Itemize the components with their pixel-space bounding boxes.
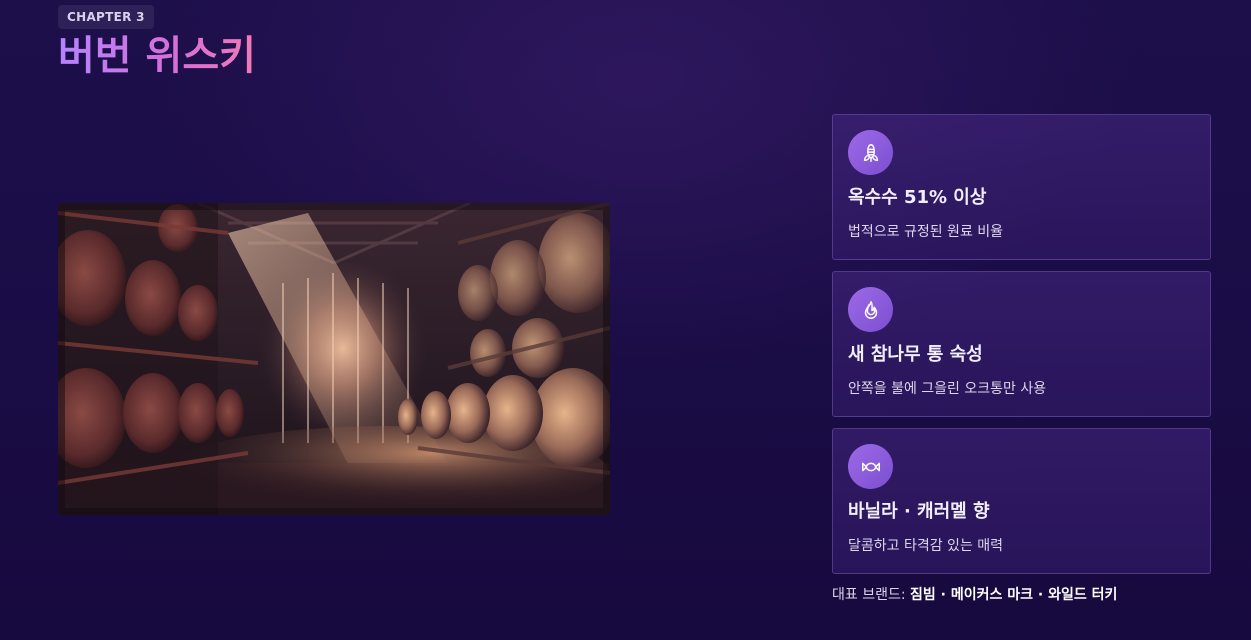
brand-names: 짐빔 · 메이커스 마크 · 와일드 터키 xyxy=(910,587,1118,603)
brand-label: 대표 브랜드: xyxy=(832,587,906,603)
card-description: 안쪽을 불에 그을린 오크통만 사용 xyxy=(848,381,1047,397)
flame-icon xyxy=(848,287,893,332)
feature-cards: 옥수수 51% 이상 법적으로 규정된 원료 비율 새 참나무 통 숙성 안쪽을… xyxy=(832,114,1211,585)
brand-list: 대표 브랜드: 짐빔 · 메이커스 마크 · 와일드 터키 xyxy=(832,584,1117,606)
card-title: 새 참나무 통 숙성 xyxy=(848,344,983,365)
corn-icon xyxy=(848,130,893,175)
feature-card-flavor: 바닐라 · 캐러멜 향 달콤하고 타격감 있는 매력 xyxy=(832,428,1211,574)
candy-icon xyxy=(848,444,893,489)
page-title: 버번 위스키 xyxy=(58,33,256,79)
card-title: 옥수수 51% 이상 xyxy=(848,187,987,208)
chapter-badge: CHAPTER 3 xyxy=(58,5,154,29)
card-description: 법적으로 규정된 원료 비율 xyxy=(848,224,1004,240)
card-description: 달콤하고 타격감 있는 매력 xyxy=(848,538,1004,554)
feature-card-oak: 새 참나무 통 숙성 안쪽을 불에 그을린 오크통만 사용 xyxy=(832,271,1211,417)
card-title: 바닐라 · 캐러멜 향 xyxy=(848,501,990,522)
barrel-warehouse-image xyxy=(58,203,610,515)
feature-card-corn: 옥수수 51% 이상 법적으로 규정된 원료 비율 xyxy=(832,114,1211,260)
